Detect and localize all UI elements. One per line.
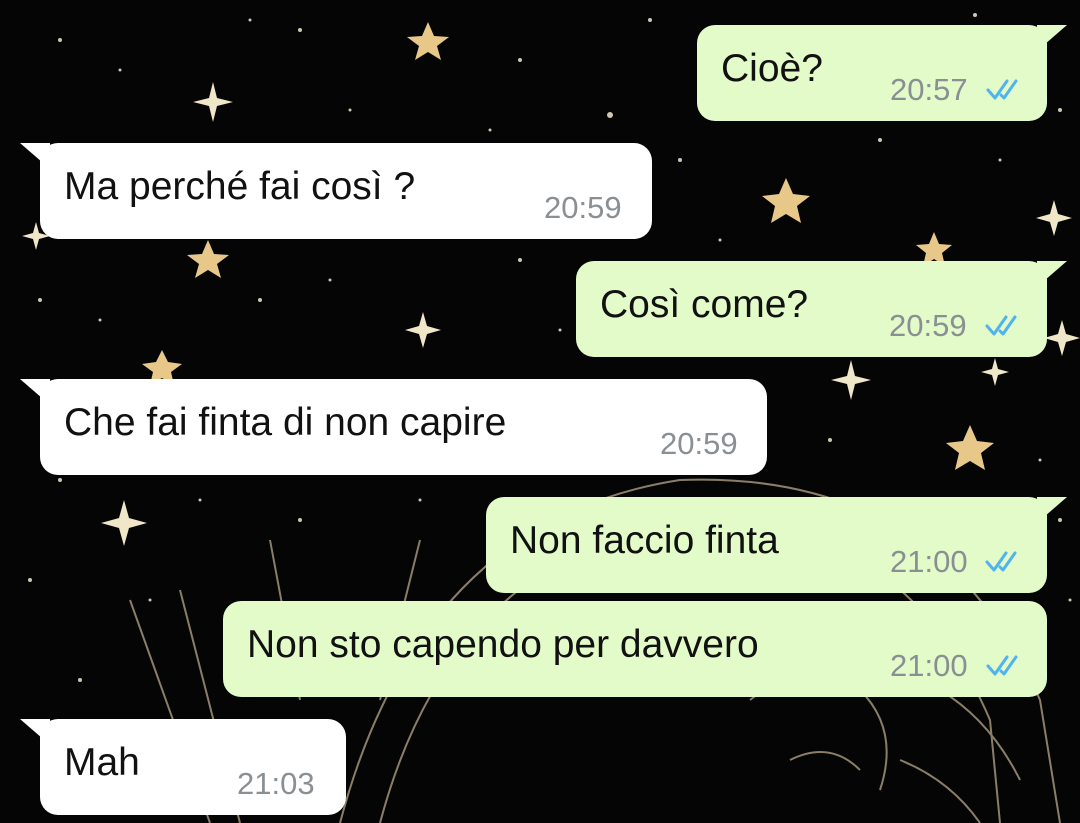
bubble-tail bbox=[1037, 25, 1067, 51]
message-time: 20:57 bbox=[890, 72, 968, 107]
message-time: 20:59 bbox=[889, 308, 967, 343]
bubble-tail bbox=[1037, 261, 1067, 287]
double-check-icon bbox=[985, 551, 1017, 572]
message-time: 20:59 bbox=[544, 190, 622, 225]
message-bubble-outgoing[interactable]: Così come? 20:59 bbox=[576, 261, 1067, 357]
double-check-icon bbox=[986, 655, 1018, 676]
bubble-tail bbox=[20, 719, 50, 745]
message-text: Cioè? bbox=[721, 47, 823, 90]
message-text: Non sto capendo per davvero bbox=[247, 623, 759, 666]
message-text: Così come? bbox=[600, 283, 809, 326]
message-time: 21:00 bbox=[890, 544, 968, 579]
double-check-icon bbox=[986, 79, 1018, 100]
message-text: Che fai finta di non capire bbox=[64, 401, 507, 444]
message-bubble-outgoing[interactable]: Non sto capendo per davvero 21:00 bbox=[223, 601, 1047, 697]
double-check-icon bbox=[985, 315, 1017, 336]
message-time: 20:59 bbox=[660, 426, 738, 461]
message-bubble-incoming[interactable]: Ma perché fai così ? 20:59 bbox=[20, 143, 652, 239]
message-text: Mah bbox=[64, 741, 140, 784]
message-text: Ma perché fai così ? bbox=[64, 165, 416, 208]
message-bubble-outgoing[interactable]: Cioè? 20:57 bbox=[697, 25, 1067, 121]
bubble-tail bbox=[1037, 497, 1067, 523]
bubble-tail bbox=[20, 143, 50, 169]
message-bubble-outgoing[interactable]: Non faccio finta 21:00 bbox=[486, 497, 1067, 593]
message-bubble-incoming[interactable]: Mah 21:03 bbox=[20, 719, 346, 815]
bubble-tail bbox=[20, 379, 50, 405]
message-bubble-incoming[interactable]: Che fai finta di non capire 20:59 bbox=[20, 379, 767, 475]
message-time: 21:00 bbox=[890, 648, 968, 683]
message-text: Non faccio finta bbox=[510, 519, 779, 562]
message-time: 21:03 bbox=[237, 766, 315, 801]
